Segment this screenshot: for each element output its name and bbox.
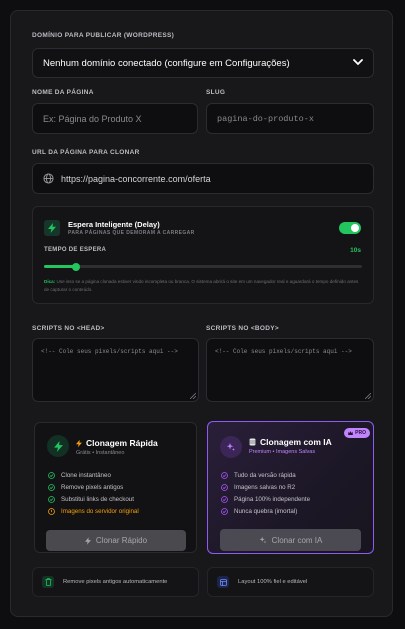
feature-item: Tudo da versão rápida (220, 469, 310, 481)
fast-clone-title-row: Clonagem Rápida (76, 438, 158, 448)
smart-wait-title: Espera Inteligente (Delay) (68, 220, 160, 229)
smart-wait-card: Espera Inteligente (Delay) PARA PÁGINAS … (32, 206, 374, 304)
bolt-icon (44, 220, 60, 236)
sparkles-icon (259, 536, 267, 544)
head-scripts-placeholder: <!-- Cole seus pixels/scripts aqui --> (41, 348, 178, 355)
wait-time-value: 10s (350, 247, 361, 254)
check-circle-icon (47, 483, 55, 491)
pro-badge-label: PRO (355, 430, 366, 436)
database-icon (249, 438, 256, 446)
wait-time-slider[interactable] (44, 262, 362, 271)
clone-form-panel: DOMÍNIO PARA PUBLICAR (WORDPRESS) Nenhum… (10, 10, 393, 617)
page-name-label: NOME DA PÁGINA (32, 89, 94, 96)
head-scripts-label: SCRIPTS NO <HEAD> (32, 325, 105, 332)
tip-text: Use isso se a página clonada estiver vin… (44, 279, 359, 292)
footer-left-text: Remove pixels antigos automaticamente (63, 579, 168, 585)
fast-clone-card[interactable]: Clonagem Rápida Grátis • Instantâneo Clo… (34, 422, 197, 553)
feature-label: Página 100% independente (234, 495, 311, 503)
slider-handle[interactable] (71, 262, 80, 271)
feature-label: Substitui links de checkout (61, 495, 134, 503)
warning-icon (47, 507, 55, 515)
footer-tile-right: Layout 100% fiel e editável (207, 567, 374, 597)
tip-prefix: Dica: (44, 279, 56, 284)
feature-item: Remove pixels antigos (47, 481, 139, 493)
check-circle-icon (220, 483, 228, 491)
footer-tile-left: Remove pixels antigos automaticamente (32, 567, 199, 597)
smart-wait-toggle[interactable] (339, 222, 361, 234)
check-circle-icon (220, 495, 228, 503)
domain-select-value: Nenhum domínio conectado (configure em C… (43, 57, 290, 69)
chevron-down-icon (353, 58, 363, 69)
ai-clone-title: Clonagem com IA (260, 437, 332, 447)
fast-clone-title: Clonagem Rápida (86, 438, 158, 448)
check-circle-icon (220, 507, 228, 515)
feature-item: Substitui links de checkout (47, 493, 139, 505)
clone-url-input[interactable]: https://pagina-concorrente.com/oferta (32, 163, 374, 194)
ai-clone-button-label: Clonar com IA (271, 535, 323, 545)
feature-label: Remove pixels antigos (61, 483, 124, 491)
fast-clone-features: Clone instantâneo Remove pixels antigos … (47, 469, 139, 517)
smart-wait-subtitle: PARA PÁGINAS QUE DEMORAM A CARREGAR (68, 230, 195, 236)
body-scripts-placeholder: <!-- Cole seus pixels/scripts aqui --> (215, 348, 352, 355)
ai-clone-title-row: Clonagem com IA (249, 437, 332, 447)
layout-icon (217, 576, 229, 588)
feature-item: Clone instantâneo (47, 469, 139, 481)
fast-clone-subtitle: Grátis • Instantâneo (76, 450, 125, 456)
body-scripts-textarea[interactable]: <!-- Cole seus pixels/scripts aqui --> (206, 338, 374, 402)
feature-item-warning: Imagens do servidor original (47, 505, 139, 517)
ai-clone-subtitle: Premium • Imagens Salvas (249, 449, 316, 455)
body-scripts-label: SCRIPTS NO <BODY> (206, 325, 280, 332)
sparkles-icon (220, 436, 242, 458)
page-name-placeholder: Ex: Página do Produto X (43, 113, 142, 124)
check-circle-icon (47, 471, 55, 479)
footer-right-text: Layout 100% fiel e editável (238, 579, 308, 585)
domain-select[interactable]: Nenhum domínio conectado (configure em C… (32, 48, 374, 78)
trash-icon (42, 576, 54, 588)
slug-label: SLUG (206, 89, 226, 96)
pro-badge: PRO (344, 428, 370, 438)
bolt-icon (84, 536, 91, 545)
check-circle-icon (220, 471, 228, 479)
smart-wait-tip: Dica: Use isso se a página clonada estiv… (44, 278, 364, 293)
ai-clone-card[interactable]: PRO Clonagem com IA Premium • Imagens Sa… (207, 421, 374, 554)
fast-clone-button-label: Clonar Rápido (95, 536, 148, 545)
lightning-icon (76, 439, 82, 448)
check-circle-icon (47, 495, 55, 503)
domain-label: DOMÍNIO PARA PUBLICAR (WORDPRESS) (32, 32, 175, 39)
feature-label: Imagens salvas no R2 (234, 483, 296, 491)
feature-label: Imagens do servidor original (61, 507, 139, 515)
feature-label: Clone instantâneo (61, 471, 111, 479)
slug-value: pagina-do-produto-x (217, 113, 314, 124)
ai-clone-button[interactable]: Clonar com IA (220, 529, 361, 551)
resize-handle-icon[interactable] (364, 392, 372, 400)
feature-item: Página 100% independente (220, 493, 310, 505)
ai-clone-features: Tudo da versão rápida Imagens salvas no … (220, 469, 310, 517)
fast-clone-button[interactable]: Clonar Rápido (46, 530, 186, 551)
feature-label: Nunca quebra (imortal) (234, 507, 298, 515)
resize-handle-icon[interactable] (189, 392, 197, 400)
feature-item: Imagens salvas no R2 (220, 481, 310, 493)
toggle-knob (351, 224, 359, 232)
feature-item: Nunca quebra (imortal) (220, 505, 310, 517)
globe-icon (43, 173, 54, 184)
head-scripts-textarea[interactable]: <!-- Cole seus pixels/scripts aqui --> (32, 338, 199, 402)
clone-url-value: https://pagina-concorrente.com/oferta (61, 173, 211, 184)
clone-url-label: URL DA PÁGINA PARA CLONAR (32, 149, 140, 156)
feature-label: Tudo da versão rápida (234, 471, 296, 479)
bolt-icon (47, 435, 69, 457)
wait-time-label: TEMPO DE ESPERA (44, 247, 107, 253)
slug-input[interactable]: pagina-do-produto-x (206, 103, 374, 134)
page-name-input[interactable]: Ex: Página do Produto X (32, 103, 198, 134)
crown-icon (348, 431, 354, 435)
